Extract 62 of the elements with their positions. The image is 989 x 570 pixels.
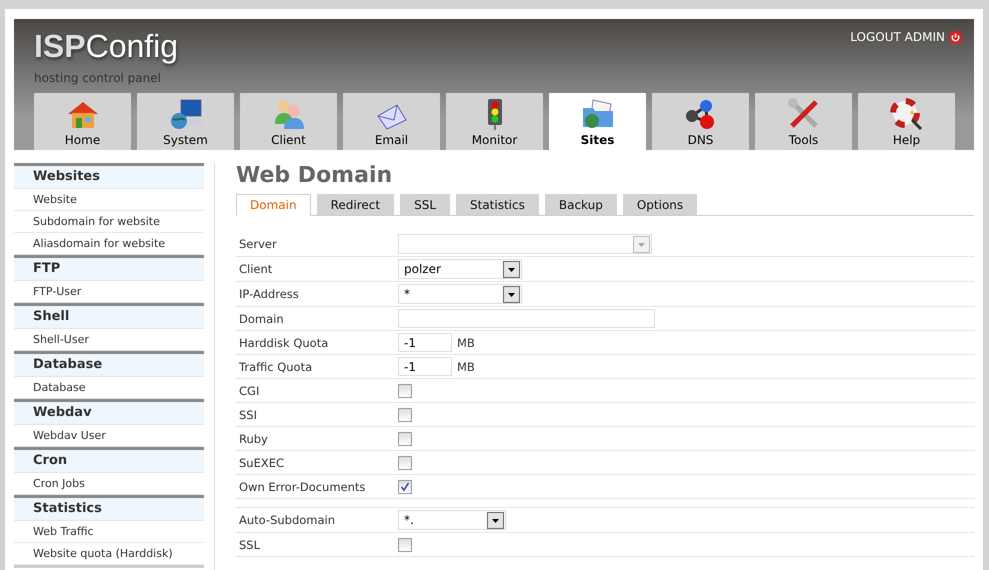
form-tab[interactable]: Options <box>622 194 698 215</box>
quota-input[interactable]: -1 <box>398 357 452 376</box>
logo: ISPConfig <box>34 28 178 65</box>
field-label: SSI <box>239 408 258 422</box>
form-tab[interactable]: SSL <box>400 194 450 215</box>
sidebar-item[interactable]: Subdomain for website <box>14 211 204 233</box>
select-field[interactable]: polzer <box>398 259 522 279</box>
checkbox[interactable] <box>398 538 412 552</box>
module-tab[interactable]: Home <box>34 93 131 150</box>
module-tab[interactable]: Client <box>240 93 337 150</box>
field-label: CGI <box>239 384 260 398</box>
form-tab[interactable]: Redirect <box>316 194 394 215</box>
module-tab[interactable]: System <box>137 93 234 150</box>
power-icon <box>949 30 962 44</box>
module-tab[interactable]: Help <box>858 93 955 150</box>
field-label: Own Error-Documents <box>239 480 366 494</box>
folder-icon <box>580 98 614 130</box>
module-tab[interactable]: DNS <box>652 93 749 150</box>
sidebar-item[interactable]: Web Traffic <box>14 521 204 543</box>
checkbox[interactable] <box>398 408 412 422</box>
module-tab[interactable]: Monitor <box>446 93 543 150</box>
sidebar-heading: Shell <box>14 303 204 329</box>
checkbox[interactable] <box>398 456 412 470</box>
field-label: SuEXEC <box>239 456 286 470</box>
checkbox[interactable] <box>398 432 412 446</box>
field-label: Client <box>239 262 274 276</box>
form-tab[interactable]: Statistics <box>456 194 539 215</box>
subtitle: hosting control panel <box>34 71 161 85</box>
checkbox[interactable] <box>398 384 412 398</box>
field-label: Traffic Quota <box>239 360 314 374</box>
select-field[interactable]: *. <box>398 510 506 530</box>
module-tab[interactable]: Sites <box>549 93 646 150</box>
house-icon <box>66 100 100 130</box>
field-label: IP-Address <box>239 287 300 301</box>
quota-input[interactable]: -1 <box>398 333 452 352</box>
tools-icon <box>786 98 820 130</box>
domain-input[interactable] <box>398 309 655 328</box>
module-tab[interactable]: Tools <box>755 93 852 150</box>
sidebar-heading: FTP <box>14 255 204 281</box>
sidebar-heading: Websites <box>14 163 204 189</box>
sidebar-item[interactable]: Website quota (Harddisk) <box>14 543 204 565</box>
sidebar-heading: Webdav <box>14 399 204 425</box>
sidebar-heading: Cron <box>14 447 204 473</box>
sidebar-heading: Statistics <box>14 495 204 521</box>
lifebuoy-icon <box>890 98 924 130</box>
module-tab[interactable]: Email <box>343 93 440 150</box>
field-label: Domain <box>239 312 285 326</box>
field-label: Harddisk Quota <box>239 336 330 350</box>
select-field[interactable]: * <box>398 284 522 304</box>
unit-label: MB <box>457 360 475 374</box>
field-label: Server <box>239 237 278 251</box>
field-label: Ruby <box>239 432 269 446</box>
sidebar-heading: Database <box>14 351 204 377</box>
page-title: Web Domain <box>236 163 394 190</box>
sidebar-item[interactable]: Website <box>14 189 204 211</box>
checkbox[interactable] <box>398 480 412 494</box>
field-label: SSL <box>239 538 262 552</box>
computer-icon <box>168 98 202 130</box>
logout-link[interactable]: LOGOUT ADMIN <box>850 30 962 44</box>
form-tab[interactable]: Backup <box>544 194 617 215</box>
unit-label: MB <box>457 336 475 350</box>
field-label: Auto-Subdomain <box>239 513 336 527</box>
